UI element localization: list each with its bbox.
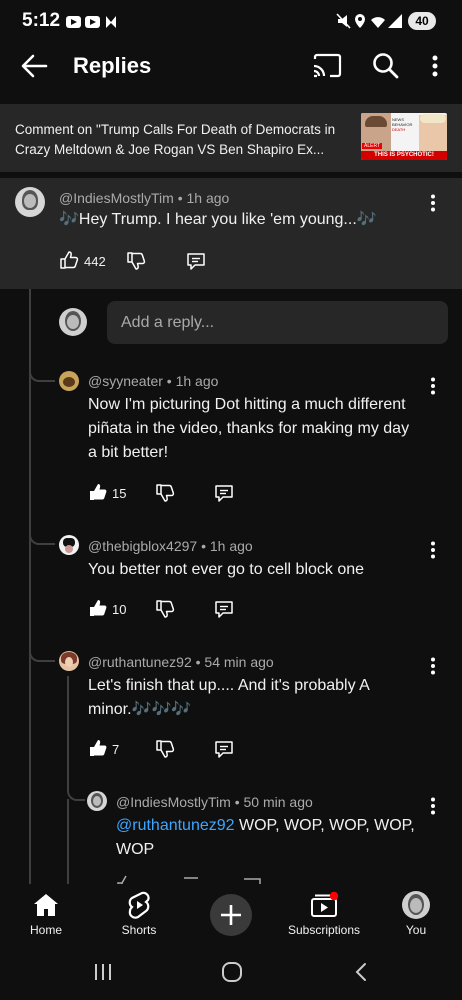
mention-link[interactable]: @ruthantunez92 <box>116 817 235 834</box>
page-title: Replies <box>73 53 152 78</box>
cast-icon[interactable] <box>312 53 342 79</box>
thumbnail-caption: NEWS BEHAVIOR DEATH <box>392 117 413 132</box>
reply-icon[interactable] <box>214 483 234 503</box>
reply-author[interactable]: @thebigblox4297 • 1h ago <box>88 538 253 554</box>
reply-author[interactable]: @ruthantunez92 • 54 min ago <box>88 654 274 670</box>
create-button[interactable] <box>210 894 252 936</box>
avatar <box>59 308 87 336</box>
avatar[interactable] <box>87 791 107 811</box>
avatar[interactable] <box>15 187 45 217</box>
reply-icon[interactable] <box>214 599 234 619</box>
avatar[interactable] <box>59 535 79 555</box>
like-icon-filled[interactable] <box>88 482 108 502</box>
shorts-icon[interactable] <box>127 891 151 919</box>
reply-icon[interactable] <box>214 739 234 759</box>
video-context-text[interactable]: Comment on "Trump Calls For Death of Dem… <box>15 120 355 160</box>
status-bar: 5:12 40 <box>0 0 462 40</box>
comment-menu-icon[interactable] <box>429 797 437 815</box>
nav-shorts-label[interactable]: Shorts <box>94 923 184 937</box>
video-thumbnail[interactable]: NEWS BEHAVIOR DEATH ALERT THIS IS PSYCHO… <box>361 113 447 160</box>
notification-icons <box>66 14 124 30</box>
subscriptions-icon[interactable] <box>310 891 340 919</box>
like-count: 7 <box>112 742 120 757</box>
thread-line <box>67 799 69 884</box>
nav-subscriptions-label[interactable]: Subscriptions <box>279 923 369 937</box>
nav-you-label[interactable]: You <box>371 923 461 937</box>
avatar[interactable] <box>59 651 79 671</box>
home-icon[interactable] <box>33 893 59 917</box>
reply-icon[interactable] <box>186 251 206 271</box>
thread-connector <box>67 781 85 801</box>
thumbnail-alert: ALERT <box>362 143 383 149</box>
reply-text: Now I'm picturing Dot hitting a much dif… <box>88 396 410 461</box>
recent-apps-icon[interactable] <box>93 963 113 981</box>
comment-menu-icon[interactable] <box>429 657 437 675</box>
like-icon-filled[interactable] <box>88 598 108 618</box>
search-icon[interactable] <box>372 52 400 80</box>
like-icon-filled[interactable] <box>88 738 108 758</box>
partially-hidden-actions <box>116 874 296 884</box>
like-icon[interactable] <box>59 250 79 270</box>
dislike-icon[interactable] <box>155 483 175 503</box>
reply-author[interactable]: @IndiesMostlyTim • 50 min ago <box>116 794 313 810</box>
comment-menu-icon[interactable] <box>429 541 437 559</box>
more-options-icon[interactable] <box>431 55 439 77</box>
comment-menu-icon[interactable] <box>429 377 437 395</box>
like-count: 442 <box>84 254 106 269</box>
reply-text: You better not ever go to cell block one <box>88 561 365 578</box>
thread-line <box>67 676 69 781</box>
like-count: 15 <box>112 486 127 501</box>
thread-connector <box>29 362 55 382</box>
like-count: 10 <box>112 602 127 617</box>
thread-connector <box>29 525 55 545</box>
nav-home-label[interactable]: Home <box>1 923 91 937</box>
reply-text: Let's finish that up.... And it's probab… <box>88 677 370 718</box>
comment-text: 🎶Hey Trump. I hear you like 'em young...… <box>59 211 377 228</box>
avatar[interactable] <box>59 371 79 391</box>
comment-menu-icon[interactable] <box>429 194 437 212</box>
comment-author[interactable]: @IndiesMostlyTim • 1h ago <box>59 190 229 206</box>
add-reply-input[interactable]: Add a reply... <box>107 301 448 344</box>
back-button-icon[interactable] <box>354 962 368 982</box>
back-arrow-icon[interactable] <box>20 53 48 79</box>
reply-author[interactable]: @syyneater • 1h ago <box>88 373 218 389</box>
battery-indicator: 40 <box>408 12 436 30</box>
home-button-icon[interactable] <box>221 961 243 983</box>
thumbnail-hair-right <box>420 114 446 123</box>
system-status-icons <box>336 12 404 30</box>
status-time: 5:12 <box>22 10 61 31</box>
dislike-icon[interactable] <box>126 251 146 271</box>
dislike-icon[interactable] <box>155 739 175 759</box>
you-avatar[interactable] <box>402 891 430 919</box>
reply-text: @ruthantunez92 WOP, WOP, WOP, WOP, WOP <box>116 817 415 858</box>
thread-connector <box>29 642 55 662</box>
thumbnail-hair <box>365 116 387 127</box>
thumbnail-banner: THIS IS PSYCHOTIC! <box>361 151 447 160</box>
dislike-icon[interactable] <box>155 599 175 619</box>
